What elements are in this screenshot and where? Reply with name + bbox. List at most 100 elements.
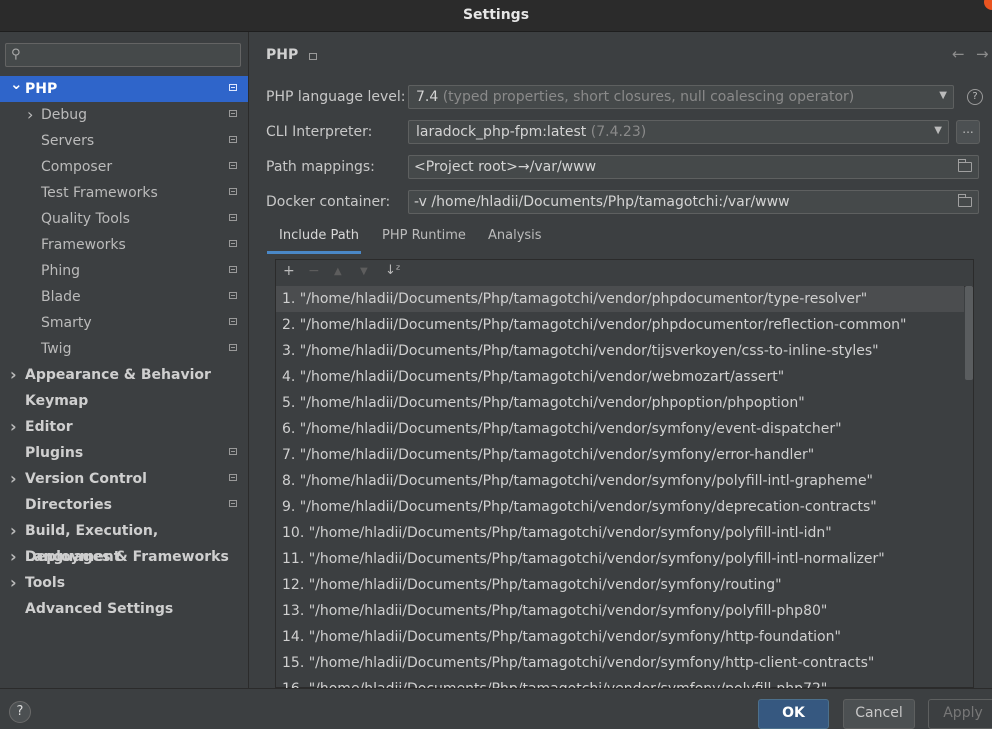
path-mappings-value: <Project root>→/var/www	[414, 159, 597, 175]
remove-icon[interactable]: −	[308, 263, 320, 279]
project-level-icon	[229, 500, 237, 507]
sidebar-item-directories[interactable]: Directories	[0, 492, 248, 518]
sidebar-item-quality-tools[interactable]: Quality Tools	[0, 206, 248, 232]
path-mappings-field[interactable]: <Project root>→/var/www	[408, 155, 979, 179]
docker-container-label: Docker container:	[266, 194, 391, 210]
list-item[interactable]: 16. "/home/hladii/Documents/Php/tamagotc…	[276, 676, 964, 688]
chevron-down-icon[interactable]: ⌄	[10, 71, 23, 97]
list-item[interactable]: 8. "/home/hladii/Documents/Php/tamagotch…	[276, 468, 964, 494]
sidebar-item-label: Test Frameworks	[41, 185, 158, 201]
sidebar-item-plugins[interactable]: Plugins	[0, 440, 248, 466]
include-path-rows: 1. "/home/hladii/Documents/Php/tamagotch…	[276, 286, 964, 688]
list-item[interactable]: 10. "/home/hladii/Documents/Php/tamagotc…	[276, 520, 964, 546]
sidebar-item-label: Appearance & Behavior	[25, 367, 211, 383]
tab-analysis[interactable]: Analysis	[488, 228, 542, 243]
list-item[interactable]: 5. "/home/hladii/Documents/Php/tamagotch…	[276, 390, 964, 416]
chevron-right-icon[interactable]: ›	[10, 544, 17, 570]
settings-sidebar: ⚲ ⌄ PHP › Debug Servers Composer Test Framewor…	[0, 32, 249, 688]
add-icon[interactable]: +	[283, 263, 295, 279]
sidebar-item-advanced-settings[interactable]: Advanced Settings	[0, 596, 248, 622]
sidebar-item-label: Composer	[41, 159, 113, 175]
project-level-icon	[229, 214, 237, 221]
cli-interpreter-value: laradock_php-fpm:latest	[416, 124, 587, 140]
sidebar-item-servers[interactable]: Servers	[0, 128, 248, 154]
settings-search-input[interactable]: ⚲	[5, 43, 241, 67]
sidebar-item-tools[interactable]: › Tools	[0, 570, 248, 596]
folder-icon[interactable]	[958, 194, 972, 207]
sidebar-item-phing[interactable]: Phing	[0, 258, 248, 284]
cli-interpreter-select[interactable]: laradock_php-fpm:latest (7.4.23) ▼	[408, 120, 949, 144]
sort-icon[interactable]: ↓ᶻ	[385, 263, 401, 278]
sidebar-item-composer[interactable]: Composer	[0, 154, 248, 180]
back-arrow-icon[interactable]: ←	[952, 45, 965, 63]
project-level-icon	[309, 53, 317, 60]
sidebar-item-blade[interactable]: Blade	[0, 284, 248, 310]
folder-icon[interactable]	[958, 159, 972, 172]
sidebar-item-build-execution-deployment[interactable]: › Build, Execution, Deployment	[0, 518, 248, 565]
list-item[interactable]: 13. "/home/hladii/Documents/Php/tamagotc…	[276, 598, 964, 624]
docker-container-value: -v /home/hladii/Documents/Php/tamagotchi…	[414, 194, 790, 210]
sidebar-item-frameworks[interactable]: Frameworks	[0, 232, 248, 258]
project-level-icon	[229, 318, 237, 325]
help-button[interactable]: ?	[9, 701, 31, 723]
docker-container-field[interactable]: -v /home/hladii/Documents/Php/tamagotchi…	[408, 190, 979, 214]
chevron-right-icon[interactable]: ›	[10, 414, 17, 440]
sidebar-item-editor[interactable]: › Editor	[0, 414, 248, 440]
project-level-icon	[229, 448, 237, 455]
include-path-list: + − ▲ ▼ ↓ᶻ 1. "/home/hladii/Documents/Ph…	[275, 259, 974, 688]
project-level-icon	[229, 188, 237, 195]
chevron-right-icon[interactable]: ›	[10, 362, 17, 388]
apply-button[interactable]: Apply	[928, 699, 992, 729]
list-item[interactable]: 15. "/home/hladii/Documents/Php/tamagotc…	[276, 650, 964, 676]
language-level-select[interactable]: 7.4 (typed properties, short closures, n…	[408, 85, 954, 109]
chevron-right-icon[interactable]: ›	[10, 570, 17, 596]
list-item[interactable]: 14. "/home/hladii/Documents/Php/tamagotc…	[276, 624, 964, 650]
list-item[interactable]: 3. "/home/hladii/Documents/Php/tamagotch…	[276, 338, 964, 364]
move-up-icon[interactable]: ▲	[334, 266, 342, 277]
list-item[interactable]: 1. "/home/hladii/Documents/Php/tamagotch…	[276, 286, 964, 312]
sidebar-item-twig[interactable]: Twig	[0, 336, 248, 362]
list-item[interactable]: 2. "/home/hladii/Documents/Php/tamagotch…	[276, 312, 964, 338]
language-level-hint: (typed properties, short closures, null …	[442, 89, 855, 105]
cli-interpreter-browse-button[interactable]: ...	[956, 120, 980, 144]
chevron-right-icon[interactable]: ›	[10, 466, 17, 492]
list-scrollbar[interactable]	[965, 286, 973, 380]
chevron-right-icon[interactable]: ›	[27, 102, 33, 128]
sidebar-item-version-control[interactable]: › Version Control	[0, 466, 248, 492]
help-icon[interactable]: ?	[967, 89, 983, 105]
tab-php-runtime[interactable]: PHP Runtime	[382, 228, 466, 243]
dialog-footer: ? OK Cancel Apply	[0, 688, 992, 729]
sidebar-item-appearance-behavior[interactable]: › Appearance & Behavior	[0, 362, 248, 388]
list-item[interactable]: 7. "/home/hladii/Documents/Php/tamagotch…	[276, 442, 964, 468]
path-mappings-label: Path mappings:	[266, 159, 375, 175]
list-item[interactable]: 6. "/home/hladii/Documents/Php/tamagotch…	[276, 416, 964, 442]
list-item[interactable]: 9. "/home/hladii/Documents/Php/tamagotch…	[276, 494, 964, 520]
window-title: Settings	[462, 7, 530, 23]
project-level-icon	[229, 136, 237, 143]
project-level-icon	[229, 474, 237, 481]
list-item[interactable]: 11. "/home/hladii/Documents/Php/tamagotc…	[276, 546, 964, 572]
tab-include-path[interactable]: Include Path	[279, 228, 359, 243]
sidebar-item-label: Languages & Frameworks	[25, 549, 229, 565]
sidebar-item-keymap[interactable]: Keymap	[0, 388, 248, 414]
sidebar-item-languages-frameworks[interactable]: › Languages & Frameworks	[0, 544, 248, 570]
move-down-icon[interactable]: ▼	[360, 266, 368, 277]
sidebar-item-label: Smarty	[41, 315, 92, 331]
cancel-button[interactable]: Cancel	[843, 699, 915, 729]
sidebar-item-test-frameworks[interactable]: Test Frameworks	[0, 180, 248, 206]
list-item[interactable]: 4. "/home/hladii/Documents/Php/tamagotch…	[276, 364, 964, 390]
sidebar-item-smarty[interactable]: Smarty	[0, 310, 248, 336]
sidebar-item-php[interactable]: ⌄ PHP	[0, 75, 248, 102]
list-item[interactable]: 12. "/home/hladii/Documents/Php/tamagotc…	[276, 572, 964, 598]
ok-button[interactable]: OK	[758, 699, 829, 729]
forward-arrow-icon[interactable]: →	[976, 45, 989, 63]
language-level-value: 7.4	[416, 89, 439, 105]
sidebar-item-label: Version Control	[25, 471, 147, 487]
chevron-right-icon[interactable]: ›	[10, 518, 17, 544]
project-level-icon	[229, 266, 237, 273]
project-level-icon	[229, 344, 237, 351]
sidebar-item-label: PHP	[25, 81, 58, 97]
sidebar-item-label: Plugins	[25, 445, 84, 461]
project-level-icon	[229, 240, 237, 247]
sidebar-item-debug[interactable]: › Debug	[0, 102, 248, 128]
